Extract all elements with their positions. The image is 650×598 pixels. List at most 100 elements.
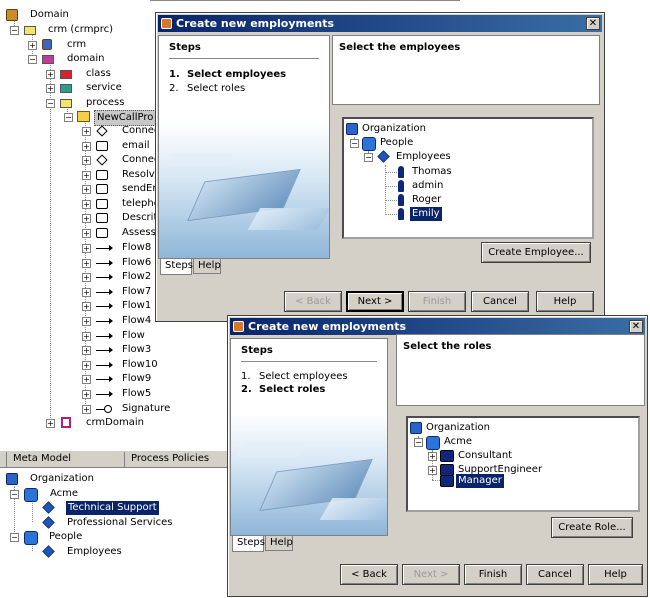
unit-icon [24,531,38,545]
expand-icon[interactable]: + [82,375,91,384]
step-select-employees: 1. Select employees [241,371,348,382]
tab-steps[interactable]: Steps [160,259,193,275]
activity-icon [96,170,108,180]
expand-icon[interactable]: + [428,466,437,475]
expand-icon[interactable]: + [428,452,437,461]
expand-icon[interactable]: + [82,244,91,253]
cancel-button[interactable]: Cancel [471,291,529,312]
activity-icon [96,141,108,151]
collapse-icon[interactable]: − [364,153,373,162]
expand-icon[interactable]: + [82,405,91,414]
back-button[interactable]: < Back [340,564,398,585]
collapse-icon[interactable]: − [46,99,55,108]
wizard-artwork [159,123,329,258]
folder-icon [60,99,72,108]
expand-icon[interactable]: + [82,127,91,136]
divider [241,361,377,362]
help-button[interactable]: Help [588,564,643,585]
person-icon [398,180,404,192]
expand-icon[interactable]: + [82,229,91,238]
divider [169,58,319,59]
expand-icon[interactable]: + [82,156,91,165]
steps-title: Steps [241,345,273,356]
expand-icon[interactable]: + [82,361,91,370]
flow-arrow-icon [96,362,113,368]
process-icon [77,111,90,122]
unit-icon [377,150,390,163]
flow-arrow-icon [96,347,113,353]
flow-arrow-icon [96,260,113,266]
tab-help[interactable]: Help [265,536,293,551]
expand-icon[interactable]: + [46,419,55,428]
collapse-icon[interactable]: − [10,26,19,35]
expand-icon[interactable]: + [28,41,37,50]
gateway-icon [96,125,108,137]
help-button[interactable]: Help [536,291,594,312]
create-role-button[interactable]: Create Role... [551,517,633,538]
expand-icon[interactable]: + [82,302,91,311]
steps-pane: Steps 1. Select employees 2. Select roles [158,35,330,259]
expand-icon[interactable]: + [82,346,91,355]
folder-icon [60,70,72,79]
cancel-button[interactable]: Cancel [526,564,584,585]
collapse-icon[interactable]: − [64,113,73,122]
expand-icon[interactable]: + [82,171,91,180]
organization-icon [410,422,422,434]
finish-button[interactable]: Finish [464,564,522,585]
create-employee-button[interactable]: Create Employee... [481,242,591,263]
flow-arrow-icon [96,376,113,382]
tab-help[interactable]: Help [193,259,221,274]
expand-icon[interactable]: + [82,214,91,223]
back-button[interactable]: < Back [284,291,342,312]
crmdomain-icon [61,417,71,428]
expand-icon[interactable]: + [46,84,55,93]
tab-steps[interactable]: Steps [232,536,265,552]
expand-icon[interactable]: + [82,200,91,209]
expand-icon[interactable]: + [82,332,91,341]
panel-border [150,0,460,6]
expand-icon[interactable]: + [82,142,91,151]
domain-icon [6,9,18,21]
flow-arrow-icon [96,318,113,324]
expand-icon[interactable]: + [82,273,91,282]
expand-icon[interactable]: + [82,317,91,326]
expand-icon[interactable]: + [82,390,91,399]
collapse-icon[interactable]: − [350,139,359,148]
expand-icon[interactable]: + [82,288,91,297]
collapse-icon[interactable]: − [28,55,37,64]
person-icon [398,166,404,178]
flow-arrow-icon [96,303,113,309]
unit-icon [426,436,440,450]
organization-icon [346,123,358,135]
panel-tabbar: Meta Model Process Policies [0,451,228,468]
step-select-roles: 2. Select roles [169,83,246,94]
next-button[interactable]: Next > [402,564,460,585]
person-icon [398,194,404,206]
flow-arrow-icon [96,289,113,295]
steps-title: Steps [169,42,201,53]
organization-icon [6,473,18,485]
tree-line [32,500,33,522]
step-header-title: Select the employees [339,42,461,53]
collapse-icon[interactable]: − [414,438,423,447]
collapse-icon[interactable]: − [10,490,19,499]
close-icon[interactable]: ✕ [629,320,643,333]
unit-icon [24,488,38,502]
close-icon[interactable]: ✕ [586,17,600,30]
app-icon [233,321,244,332]
flow-arrow-icon [96,274,113,280]
tab-meta-model[interactable]: Meta Model [6,452,120,467]
create-employments-dialog-2: Create new employments ✕ Steps 1. Select … [227,315,648,597]
tab-process-policies[interactable]: Process Policies [124,452,228,467]
expand-icon[interactable]: + [82,259,91,268]
next-button[interactable]: Next > [346,291,404,312]
activity-icon [96,228,108,238]
finish-button[interactable]: Finish [408,291,466,312]
collapse-icon[interactable]: − [10,533,19,542]
flow-arrow-icon [96,333,113,339]
app-icon [161,18,172,29]
expand-icon[interactable]: + [46,70,55,79]
create-employments-dialog-1: Create new employments ✕ Steps 1. Select … [155,12,605,322]
unit-icon [362,137,376,151]
expand-icon[interactable]: + [82,185,91,194]
